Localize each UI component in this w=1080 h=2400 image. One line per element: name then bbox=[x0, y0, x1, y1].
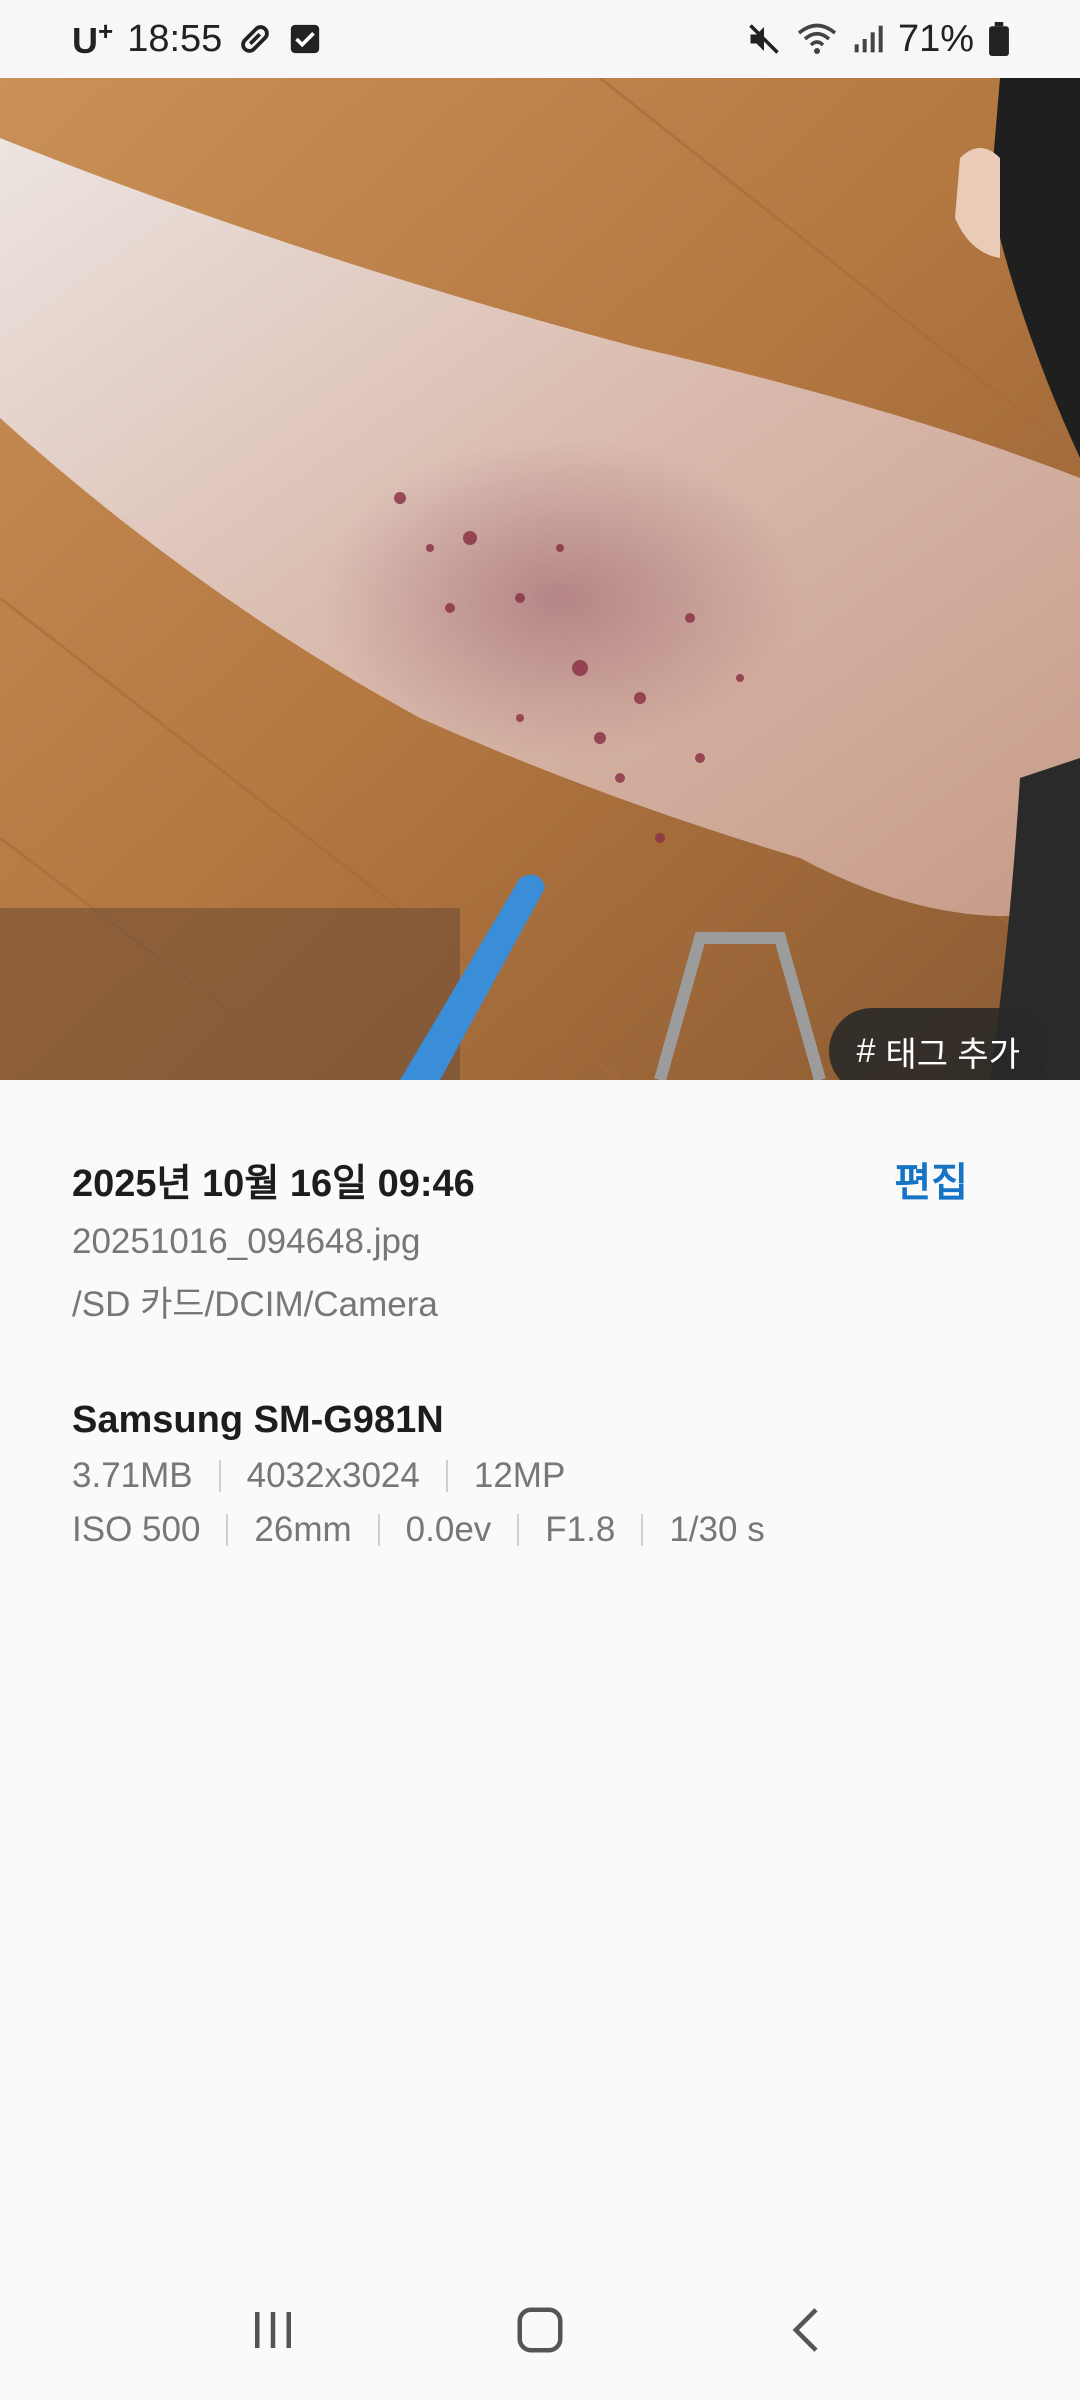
date-row: 2025년 10월 16일 09:46 편집 bbox=[72, 1150, 1012, 1208]
photo-details: 2025년 10월 16일 09:46 편집 20251016_094648.j… bbox=[72, 1150, 1012, 1550]
megapixels: 12MP bbox=[473, 1456, 566, 1495]
divider bbox=[226, 1514, 229, 1546]
pill-icon bbox=[236, 20, 274, 58]
edit-button[interactable]: 편집 bbox=[894, 1150, 968, 1208]
mute-icon bbox=[746, 21, 782, 57]
battery-icon bbox=[988, 22, 1010, 56]
aperture: F1.8 bbox=[545, 1510, 616, 1549]
home-icon bbox=[517, 2307, 563, 2353]
file-size: 3.71MB bbox=[72, 1456, 193, 1495]
status-bar: U+ 18:55 71% bbox=[0, 0, 1080, 78]
iso: ISO 500 bbox=[72, 1510, 201, 1549]
file-name: 20251016_094648.jpg bbox=[72, 1222, 421, 1261]
hash-icon: # bbox=[856, 1031, 876, 1070]
divider bbox=[641, 1514, 644, 1546]
resolution: 4032x3024 bbox=[246, 1456, 420, 1495]
spec-row-file: 3.71MB 4032x3024 12MP bbox=[72, 1456, 1012, 1496]
divider bbox=[445, 1460, 448, 1492]
battery-percent: 71% bbox=[897, 17, 974, 60]
wifi-icon bbox=[796, 21, 838, 57]
checkbox-icon bbox=[288, 22, 322, 56]
add-tag-button[interactable]: # 태그 추가 bbox=[828, 1008, 1048, 1080]
carrier-label: U+ bbox=[72, 16, 114, 61]
navigation-bar bbox=[0, 2260, 1080, 2400]
exposure-value: 0.0ev bbox=[405, 1510, 492, 1549]
divider bbox=[377, 1514, 380, 1546]
divider bbox=[517, 1514, 520, 1546]
back-button[interactable] bbox=[762, 2285, 852, 2375]
back-icon bbox=[792, 2308, 818, 2352]
shutter-speed: 1/30 s bbox=[669, 1510, 765, 1549]
file-path: /SD 카드/DCIM/Camera bbox=[72, 1285, 438, 1324]
divider bbox=[218, 1460, 221, 1492]
home-button[interactable] bbox=[495, 2285, 585, 2375]
status-left: U+ 18:55 bbox=[72, 16, 322, 62]
status-right: 71% bbox=[746, 18, 1010, 61]
signal-icon bbox=[852, 23, 884, 55]
status-time: 18:55 bbox=[127, 17, 223, 60]
spec-row-camera: ISO 500 26mm 0.0ev F1.8 1/30 s bbox=[72, 1510, 1012, 1550]
photo-viewer[interactable]: # 태그 추가 bbox=[0, 78, 1080, 1080]
recents-icon bbox=[255, 2312, 292, 2348]
device-name: Samsung SM-G981N bbox=[72, 1399, 444, 1441]
photo-image bbox=[0, 78, 1080, 1080]
photo-date: 2025년 10월 16일 09:46 bbox=[72, 1162, 475, 1205]
focal-length: 26mm bbox=[254, 1510, 352, 1549]
add-tag-label: 태그 추가 bbox=[885, 1035, 1020, 1074]
recents-button[interactable] bbox=[228, 2285, 318, 2375]
